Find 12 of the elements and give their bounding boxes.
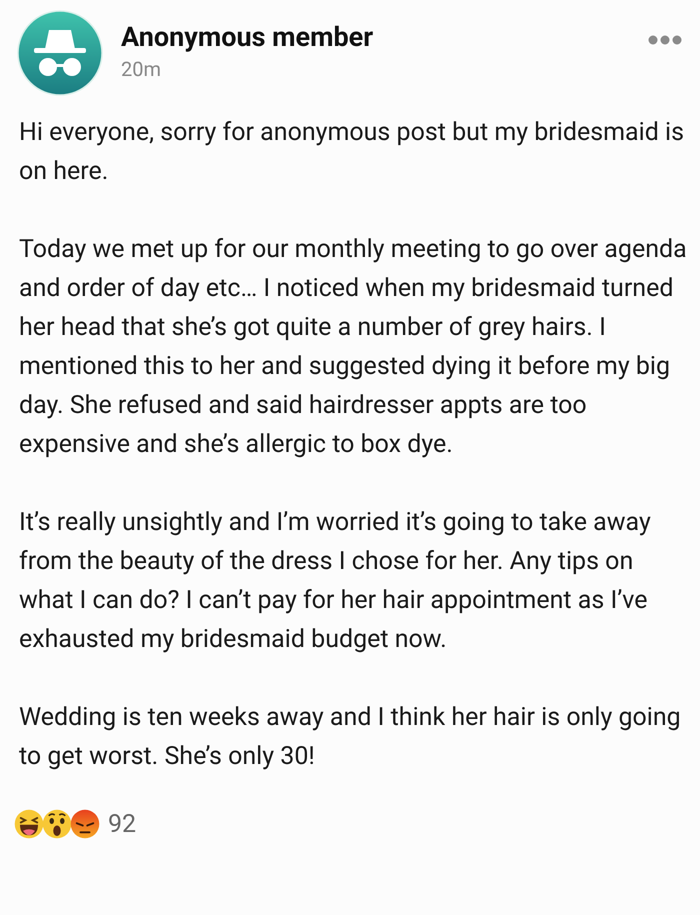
angry-emoji-icon <box>70 809 100 839</box>
post-paragraph: Today we met up for our monthly meeting to go over agenda and order of day etc… I noticed when my bridesmaid turned her head that she’s got quite a number of grey hairs. I mentioned this to her and suggested dying it before my big day. She refused and said hairdresser appts are too expensive and she’s allergic to box dye. <box>19 234 688 461</box>
post-time: 20m <box>121 56 162 80</box>
more-options-icon[interactable] <box>648 34 682 46</box>
laughing-emoji-icon <box>14 809 44 839</box>
post-paragraph: Wedding is ten weeks away and I think her hair is only going to get worst. She’s only 30! <box>19 702 682 773</box>
post-paragraph: It’s really unsightly and I’m worried it’s going to take away from the beauty of the dress I chose for her. Any tips on what I can do? I can’t pay for her hair appointment as I’ve exhausted my bridesmaid budget now. <box>19 507 652 656</box>
reaction-count[interactable]: 92 <box>108 810 136 838</box>
incognito-avatar-icon[interactable] <box>17 10 103 96</box>
post-paragraph: Hi everyone, sorry for anonymous post but my bridesmaid is on here. <box>19 117 686 188</box>
author-name[interactable]: Anonymous member <box>121 20 648 52</box>
surprised-emoji-icon <box>42 809 72 839</box>
